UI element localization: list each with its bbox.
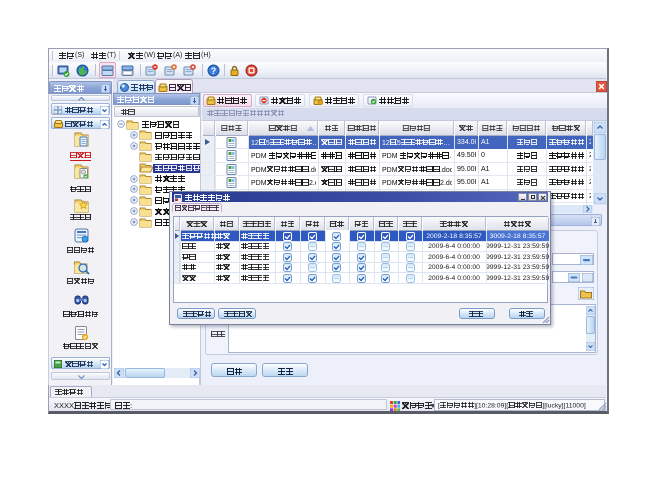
svg-text:?: ? [211, 66, 217, 76]
